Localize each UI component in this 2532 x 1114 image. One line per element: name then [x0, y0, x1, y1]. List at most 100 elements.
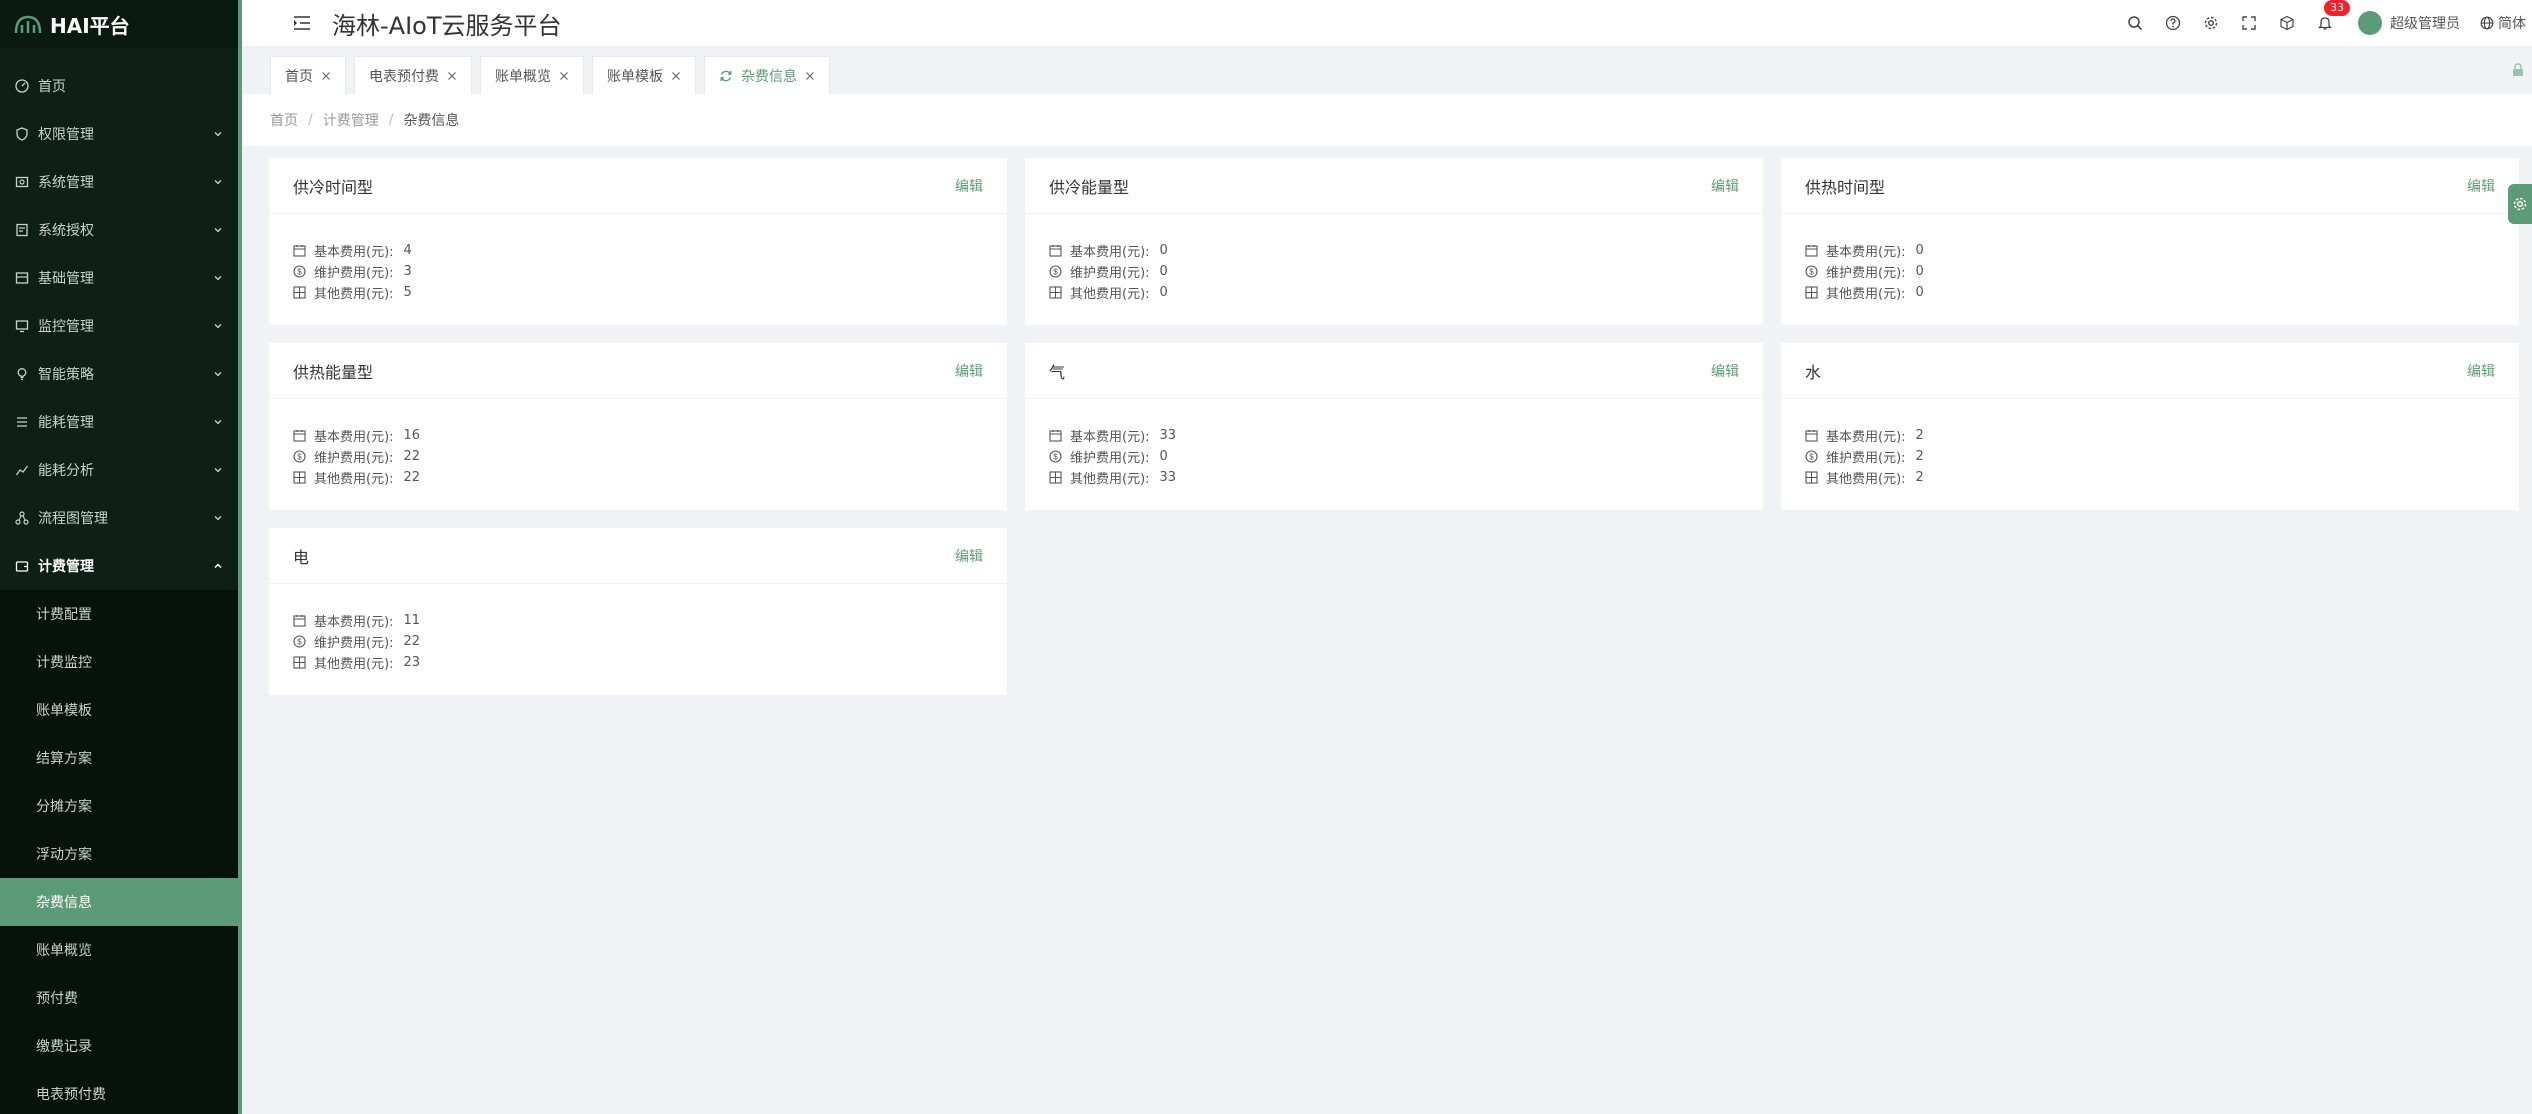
other-fee-row: 其他费用(元): 2: [1805, 467, 2495, 488]
maintenance-fee-value: 0: [1159, 264, 1168, 279]
calculator-icon: [293, 656, 306, 669]
submenu-item-prepaid[interactable]: 预付费: [0, 974, 242, 1022]
submenu-item-settlement[interactable]: 结算方案: [0, 734, 242, 782]
edit-button[interactable]: 编辑: [1711, 361, 1739, 381]
refresh-icon[interactable]: [719, 69, 733, 83]
menu-item-label: 能耗管理: [38, 415, 94, 431]
bell-icon[interactable]: 33: [2316, 0, 2350, 32]
menu-item-flowchart[interactable]: 流程图管理: [0, 494, 242, 542]
top-header: 海林-AIoT云服务平台 33 超级管理员 简体: [242, 0, 2532, 46]
submenu-item-floating[interactable]: 浮动方案: [0, 830, 242, 878]
menu-item-strategy[interactable]: 智能策略: [0, 350, 242, 398]
menu-item-authorization[interactable]: 系统授权: [0, 206, 242, 254]
maintenance-fee-value: 22: [403, 634, 421, 649]
maintenance-fee-row: $ 维护费用(元): 22: [293, 631, 983, 652]
menu-item-energy[interactable]: 能耗管理: [0, 398, 242, 446]
brand-logo-icon: [14, 15, 42, 34]
menu-item-home[interactable]: 首页: [0, 62, 242, 110]
card-title: 电: [293, 547, 310, 567]
menu-item-monitor[interactable]: 监控管理: [0, 302, 242, 350]
calendar-icon: [1049, 244, 1062, 257]
edit-button[interactable]: 编辑: [2467, 361, 2495, 381]
app-title: 海林-AIoT云服务平台: [332, 11, 562, 40]
gear-icon[interactable]: [2202, 14, 2220, 32]
chevron-down-icon: [214, 420, 222, 425]
edit-button[interactable]: 编辑: [955, 361, 983, 381]
menu-item-analysis[interactable]: 能耗分析: [0, 446, 242, 494]
lock-icon[interactable]: [2510, 62, 2526, 78]
brand-name: HAI平台: [50, 13, 130, 38]
submenu-item-allocation[interactable]: 分摊方案: [0, 782, 242, 830]
menu-item-basic[interactable]: 基础管理: [0, 254, 242, 302]
submenu-item-meter-prepaid[interactable]: 电表预付费: [0, 1070, 242, 1114]
menu-item-permission[interactable]: 权限管理: [0, 110, 242, 158]
base-fee-label: 基本费用(元):: [1070, 245, 1150, 260]
user-name[interactable]: 超级管理员: [2390, 13, 2460, 33]
language-label: 简体: [2498, 16, 2526, 32]
chevron-down-icon: [214, 516, 222, 521]
other-fee-label: 其他费用(元):: [314, 287, 394, 302]
menu-item-label: 权限管理: [38, 127, 94, 143]
menu-item-label: 计费管理: [38, 559, 94, 575]
svg-text:$: $: [1053, 268, 1058, 277]
edit-button[interactable]: 编辑: [955, 176, 983, 196]
maintenance-fee-label: 维护费用(元):: [1070, 451, 1150, 466]
other-fee-value: 0: [1915, 285, 1924, 300]
menu-fold-icon[interactable]: [292, 13, 312, 33]
maintenance-fee-label: 维护费用(元):: [1070, 266, 1150, 281]
other-fee-label: 其他费用(元):: [1070, 472, 1150, 487]
submenu-item-payment-records[interactable]: 缴费记录: [0, 1022, 242, 1070]
breadcrumb-item[interactable]: 首页: [270, 110, 298, 130]
tab-misc-fees[interactable]: 杂费信息: [704, 56, 830, 94]
other-fee-label: 其他费用(元):: [314, 472, 394, 487]
search-icon[interactable]: [2126, 14, 2144, 32]
language-switch[interactable]: 简体: [2480, 13, 2526, 33]
base-fee-value: 0: [1159, 243, 1168, 258]
fee-card: 水 编辑 基本费用(元): 2 $ 维护费用(元): 2 其他费用(元): 2: [1781, 343, 2519, 510]
brand[interactable]: HAI平台: [0, 0, 242, 48]
maintenance-fee-label: 维护费用(元):: [314, 266, 394, 281]
breadcrumb-item[interactable]: 计费管理: [323, 110, 379, 130]
tab-bill-overview[interactable]: 账单概览: [480, 56, 584, 94]
submenu-item-bill-template[interactable]: 账单模板: [0, 686, 242, 734]
base-fee-row: 基本费用(元): 2: [1805, 425, 2495, 446]
shield-icon: [14, 126, 30, 142]
tab-bill-template[interactable]: 账单模板: [592, 56, 696, 94]
base-fee-value: 4: [403, 243, 412, 258]
menu-item-system[interactable]: 系统管理: [0, 158, 242, 206]
menu-item-label: 基础管理: [38, 271, 94, 287]
submenu-item-misc-fees[interactable]: 杂费信息: [0, 878, 242, 926]
dollar-icon: $: [293, 265, 306, 278]
close-icon[interactable]: [805, 71, 815, 81]
app-root: HAI平台 首页 权限管理 系统管理 系统授权 基础管理 监控管理 智能策略 能…: [0, 0, 2532, 1114]
svg-text:$: $: [1809, 268, 1814, 277]
globe-icon: [2480, 16, 2494, 30]
other-fee-row: 其他费用(元): 0: [1049, 282, 1739, 303]
close-icon[interactable]: [671, 71, 681, 81]
card-title: 水: [1805, 362, 1822, 382]
chevron-down-icon: [214, 372, 222, 377]
close-icon[interactable]: [321, 71, 331, 81]
dollar-icon: $: [293, 635, 306, 648]
cube-icon[interactable]: [2278, 14, 2296, 32]
theme-settings-button[interactable]: [2508, 184, 2532, 224]
submenu-item-billing-monitor[interactable]: 计费监控: [0, 638, 242, 686]
submenu-item-billing-config[interactable]: 计费配置: [0, 590, 242, 638]
wallet-icon: [14, 558, 30, 574]
menu-item-billing[interactable]: 计费管理: [0, 542, 242, 590]
tab-meter-prepaid[interactable]: 电表预付费: [354, 56, 472, 94]
submenu-item-bill-overview[interactable]: 账单概览: [0, 926, 242, 974]
avatar[interactable]: [2358, 11, 2382, 35]
dashboard-icon: [14, 78, 30, 94]
base-fee-value: 33: [1159, 428, 1177, 443]
tab-home[interactable]: 首页: [270, 56, 346, 94]
close-icon[interactable]: [559, 71, 569, 81]
edit-button[interactable]: 编辑: [1711, 176, 1739, 196]
close-icon[interactable]: [447, 71, 457, 81]
edit-button[interactable]: 编辑: [2467, 176, 2495, 196]
help-icon[interactable]: [2164, 14, 2182, 32]
tab-label: 账单模板: [607, 68, 663, 85]
fullscreen-icon[interactable]: [2240, 14, 2258, 32]
edit-button[interactable]: 编辑: [955, 546, 983, 566]
tab-label: 电表预付费: [369, 68, 439, 85]
